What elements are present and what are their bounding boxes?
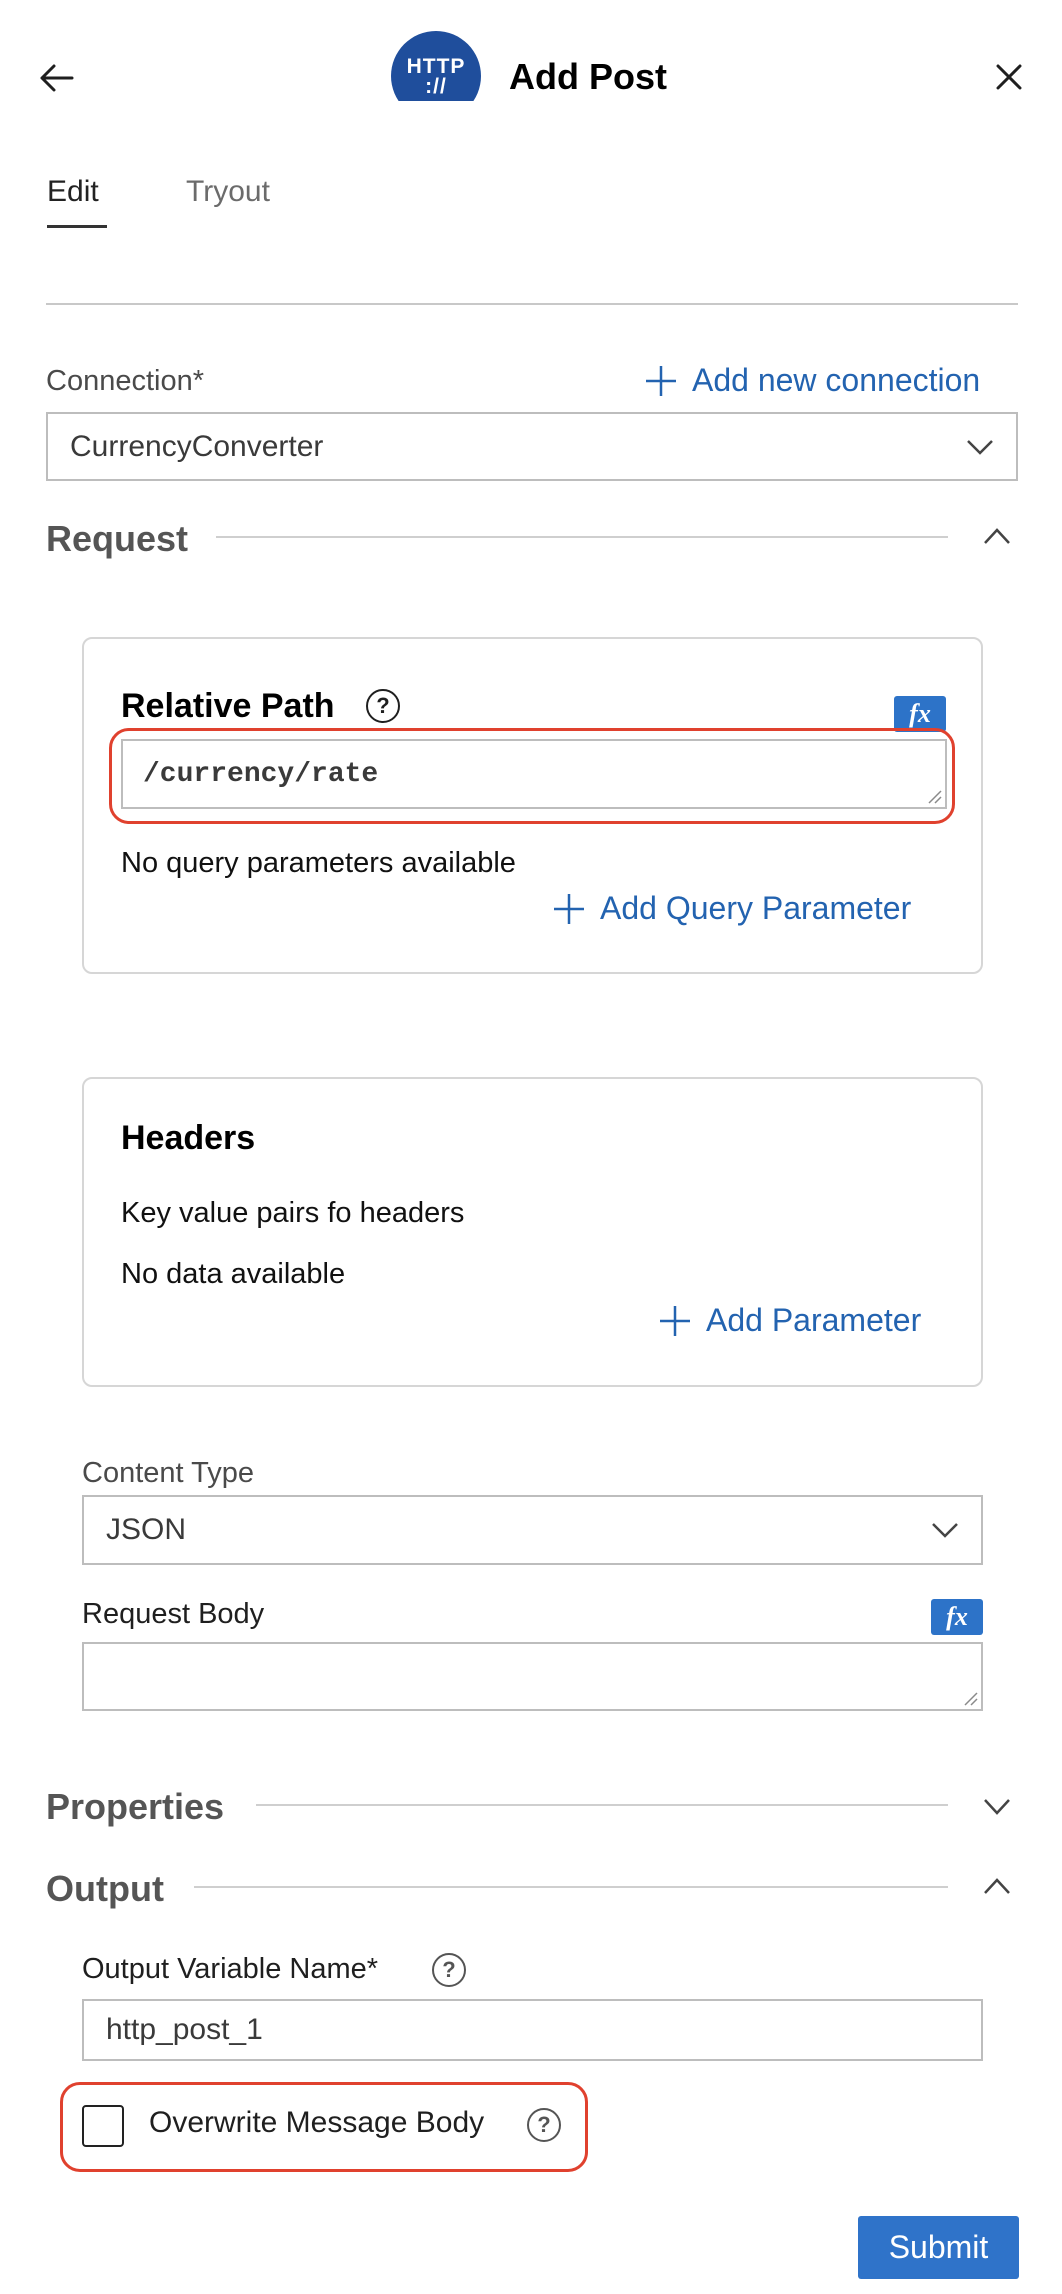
headers-card: Headers Key value pairs fo headers No da… [82, 1077, 983, 1387]
chevron-down-icon [932, 1523, 958, 1538]
back-button[interactable] [38, 60, 74, 96]
plus-icon [646, 365, 676, 396]
close-icon [996, 64, 1022, 90]
add-query-parameter-link[interactable]: Add Query Parameter [552, 890, 911, 927]
add-parameter-link[interactable]: Add Parameter [658, 1302, 921, 1339]
chevron-down-icon [967, 439, 993, 455]
output-collapse-toggle[interactable] [982, 1876, 1012, 1896]
relative-path-title: Relative Path [121, 687, 335, 725]
output-variable-help-icon[interactable]: ? [432, 1953, 466, 1987]
tab-edit[interactable]: Edit [47, 175, 99, 209]
logo-text-slashes: :// [425, 75, 447, 98]
overwrite-help-icon[interactable]: ? [527, 2108, 561, 2142]
headers-empty-text: No data available [121, 1258, 346, 1290]
resize-handle-icon[interactable] [925, 787, 943, 805]
relative-path-value: /currency/rate [143, 759, 379, 790]
properties-section-line [256, 1804, 948, 1806]
overwrite-label[interactable]: Overwrite Message Body [149, 2106, 484, 2140]
properties-expand-toggle[interactable] [982, 1796, 1012, 1816]
logo-text-http: HTTP [406, 55, 466, 78]
add-new-connection-link[interactable]: Add new connection [644, 362, 980, 399]
request-body-label: Request Body [82, 1598, 265, 1630]
active-tab-indicator [47, 225, 107, 228]
request-section-title: Request [46, 518, 189, 559]
add-parameter-label: Add Parameter [706, 1302, 922, 1338]
close-button[interactable] [996, 64, 1022, 90]
relative-path-fx-button[interactable]: fx [894, 696, 946, 732]
output-variable-value: http_post_1 [106, 2013, 263, 2046]
relative-path-input[interactable]: /currency/rate [121, 739, 947, 809]
chevron-up-icon [984, 1878, 1010, 1894]
request-section-line [216, 536, 948, 538]
tabs-divider [46, 303, 1018, 305]
headers-description: Key value pairs fo headers [121, 1197, 465, 1229]
add-query-parameter-label: Add Query Parameter [600, 890, 912, 926]
connection-label: Connection* [46, 365, 204, 397]
content-type-label: Content Type [82, 1457, 254, 1489]
request-collapse-toggle[interactable] [982, 526, 1012, 546]
output-variable-label: Output Variable Name* [82, 1953, 379, 1985]
request-body-input[interactable] [82, 1642, 983, 1711]
plus-icon [660, 1305, 690, 1336]
tab-tryout[interactable]: Tryout [186, 175, 270, 209]
relative-path-card: Relative Path ? fx /currency/rate No que… [82, 637, 983, 974]
headers-title: Headers [121, 1119, 256, 1157]
no-query-params-text: No query parameters available [121, 847, 516, 879]
connection-select-value: CurrencyConverter [70, 429, 324, 463]
content-type-select[interactable]: JSON [82, 1495, 983, 1565]
output-section-line [194, 1886, 948, 1888]
plus-icon [554, 893, 584, 924]
content-type-value: JSON [106, 1513, 187, 1546]
resize-handle-icon[interactable] [961, 1689, 979, 1707]
request-body-fx-button[interactable]: fx [931, 1599, 983, 1635]
connection-select[interactable]: CurrencyConverter [46, 412, 1018, 481]
output-section-title: Output [46, 1868, 164, 1909]
add-new-connection-label: Add new connection [692, 362, 981, 398]
output-variable-input[interactable]: http_post_1 [82, 1999, 983, 2061]
submit-button[interactable]: Submit [858, 2216, 1019, 2279]
relative-path-help-icon[interactable]: ? [366, 689, 400, 723]
overwrite-checkbox[interactable] [82, 2105, 124, 2147]
chevron-up-icon [984, 528, 1010, 544]
arrow-left-icon [40, 64, 74, 92]
page-title: Add Post [509, 56, 667, 97]
http-logo: HTTP :// [391, 31, 481, 101]
chevron-down-icon [984, 1799, 1010, 1815]
properties-section-title: Properties [46, 1786, 225, 1827]
